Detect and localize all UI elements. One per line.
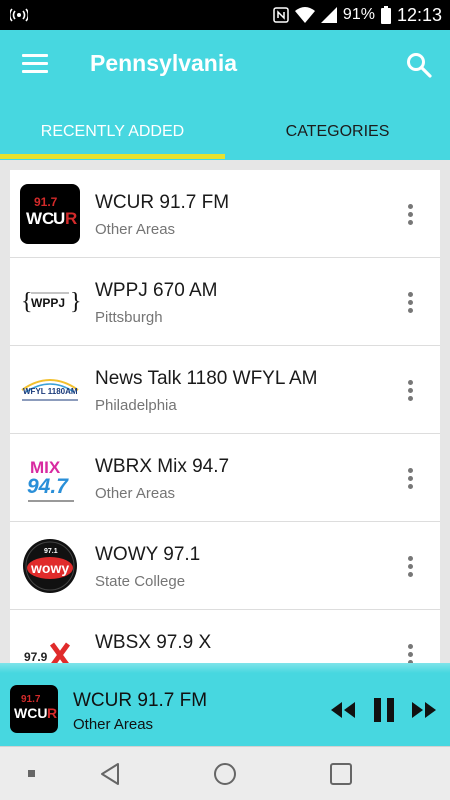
tab-indicator [0, 154, 225, 159]
list-item[interactable]: WFYL 1180AM News Talk 1180 WFYL AM Phila… [10, 346, 440, 434]
home-icon[interactable] [213, 762, 237, 786]
svg-text:91.7: 91.7 [21, 694, 41, 705]
station-location: State College [95, 573, 186, 590]
station-logo-wfyl: WFYL 1180AM [20, 360, 80, 420]
station-logo-wppj: { } WPPJ [20, 272, 80, 332]
wbrx-logo-icon: MIX 94.7 [27, 458, 74, 502]
station-name: WOWY 97.1 [95, 544, 201, 565]
fast-forward-icon[interactable] [411, 697, 437, 723]
tab-bar: RECENTLY ADDED CATEGORIES [0, 113, 450, 160]
svg-text:R: R [65, 209, 77, 228]
wcur-logo-icon: 91.7 WC U R [26, 195, 77, 228]
list-item[interactable]: { } WPPJ WPPJ 670 AM Pittsburgh [10, 258, 440, 346]
signal-icon [320, 7, 337, 23]
station-logo-wcur: 91.7 WC U R [20, 184, 80, 244]
station-logo-wbsx: 97.9 [20, 624, 80, 665]
overview-icon[interactable] [330, 763, 352, 785]
station-location: Philadelphia [95, 397, 177, 414]
clock: 12:13 [396, 4, 442, 25]
station-logo-wbrx: MIX 94.7 [20, 448, 80, 508]
app-bar: Pennsylvania RECENTLY ADDED CATEGORIES [0, 30, 450, 160]
station-list[interactable]: 91.7 WC U R WCUR 91.7 FM Other Areas { }… [10, 170, 440, 665]
status-bar: 91% 12:13 [0, 0, 450, 30]
more-options-icon[interactable] [402, 380, 418, 402]
more-options-icon[interactable] [402, 556, 418, 578]
station-name: WBSX 97.9 X [95, 632, 212, 653]
pause-icon[interactable] [372, 697, 396, 723]
wbsx-logo-icon: 97.9 [24, 642, 71, 665]
svg-text:wowy: wowy [30, 560, 69, 576]
svg-text:}: } [70, 289, 80, 315]
broadcast-icon [10, 8, 28, 22]
battery-icon [380, 6, 391, 24]
tab-recently-added[interactable]: RECENTLY ADDED [0, 113, 225, 160]
page-title: Pennsylvania [90, 50, 238, 76]
svg-text:97.9: 97.9 [24, 650, 48, 664]
hamburger-menu-icon[interactable] [22, 54, 48, 76]
more-options-icon[interactable] [402, 644, 418, 665]
svg-text:WPPJ: WPPJ [31, 296, 65, 310]
station-location: Other Areas [95, 485, 176, 502]
wowy-logo-icon: wowy 97.1 [23, 539, 77, 593]
wcur-logo-icon: 91.7 WCU R [14, 694, 57, 721]
svg-text:WFYL 1180AM: WFYL 1180AM [23, 387, 78, 396]
wfyl-logo-icon: WFYL 1180AM [21, 379, 79, 401]
wifi-icon [294, 7, 315, 23]
wppj-logo-icon: { } WPPJ [21, 289, 80, 315]
station-location: Pittsburgh [95, 309, 163, 326]
svg-text:WCU: WCU [14, 705, 47, 721]
back-icon[interactable] [99, 762, 121, 786]
svg-text:WC: WC [26, 209, 54, 228]
system-nav-bar [0, 746, 450, 800]
player-title: WCUR 91.7 FM [73, 690, 208, 711]
station-name: News Talk 1180 WFYL AM [95, 368, 318, 389]
search-icon[interactable] [406, 52, 432, 78]
list-item[interactable]: 97.9 WBSX 97.9 X [10, 610, 440, 665]
rewind-icon[interactable] [330, 697, 356, 723]
svg-text:R: R [47, 705, 57, 721]
recent-apps-dot[interactable] [28, 770, 35, 777]
station-name: WCUR 91.7 FM [95, 192, 230, 213]
more-options-icon[interactable] [402, 468, 418, 490]
more-options-icon[interactable] [402, 292, 418, 314]
station-logo-wowy: wowy 97.1 [20, 536, 80, 596]
station-location: Other Areas [95, 221, 176, 238]
more-options-icon[interactable] [402, 204, 418, 226]
player-divider [0, 663, 450, 673]
list-item[interactable]: 91.7 WC U R WCUR 91.7 FM Other Areas [10, 170, 440, 258]
svg-text:91.7: 91.7 [34, 195, 58, 209]
svg-text:94.7: 94.7 [27, 475, 69, 498]
station-name: WBRX Mix 94.7 [95, 456, 230, 477]
battery-percent: 91% [342, 6, 375, 23]
list-item[interactable]: wowy 97.1 WOWY 97.1 State College [10, 522, 440, 610]
player-subtitle: Other Areas [73, 716, 154, 733]
now-playing-bar[interactable]: 91.7 WCU R WCUR 91.7 FM Other Areas [0, 673, 450, 746]
svg-text:97.1: 97.1 [44, 548, 58, 555]
nfc-icon [273, 7, 289, 23]
station-name: WPPJ 670 AM [95, 280, 218, 301]
tab-categories[interactable]: CATEGORIES [225, 113, 450, 160]
svg-text:U: U [53, 209, 65, 228]
player-station-logo: 91.7 WCU R [10, 685, 58, 733]
list-item[interactable]: MIX 94.7 WBRX Mix 94.7 Other Areas [10, 434, 440, 522]
